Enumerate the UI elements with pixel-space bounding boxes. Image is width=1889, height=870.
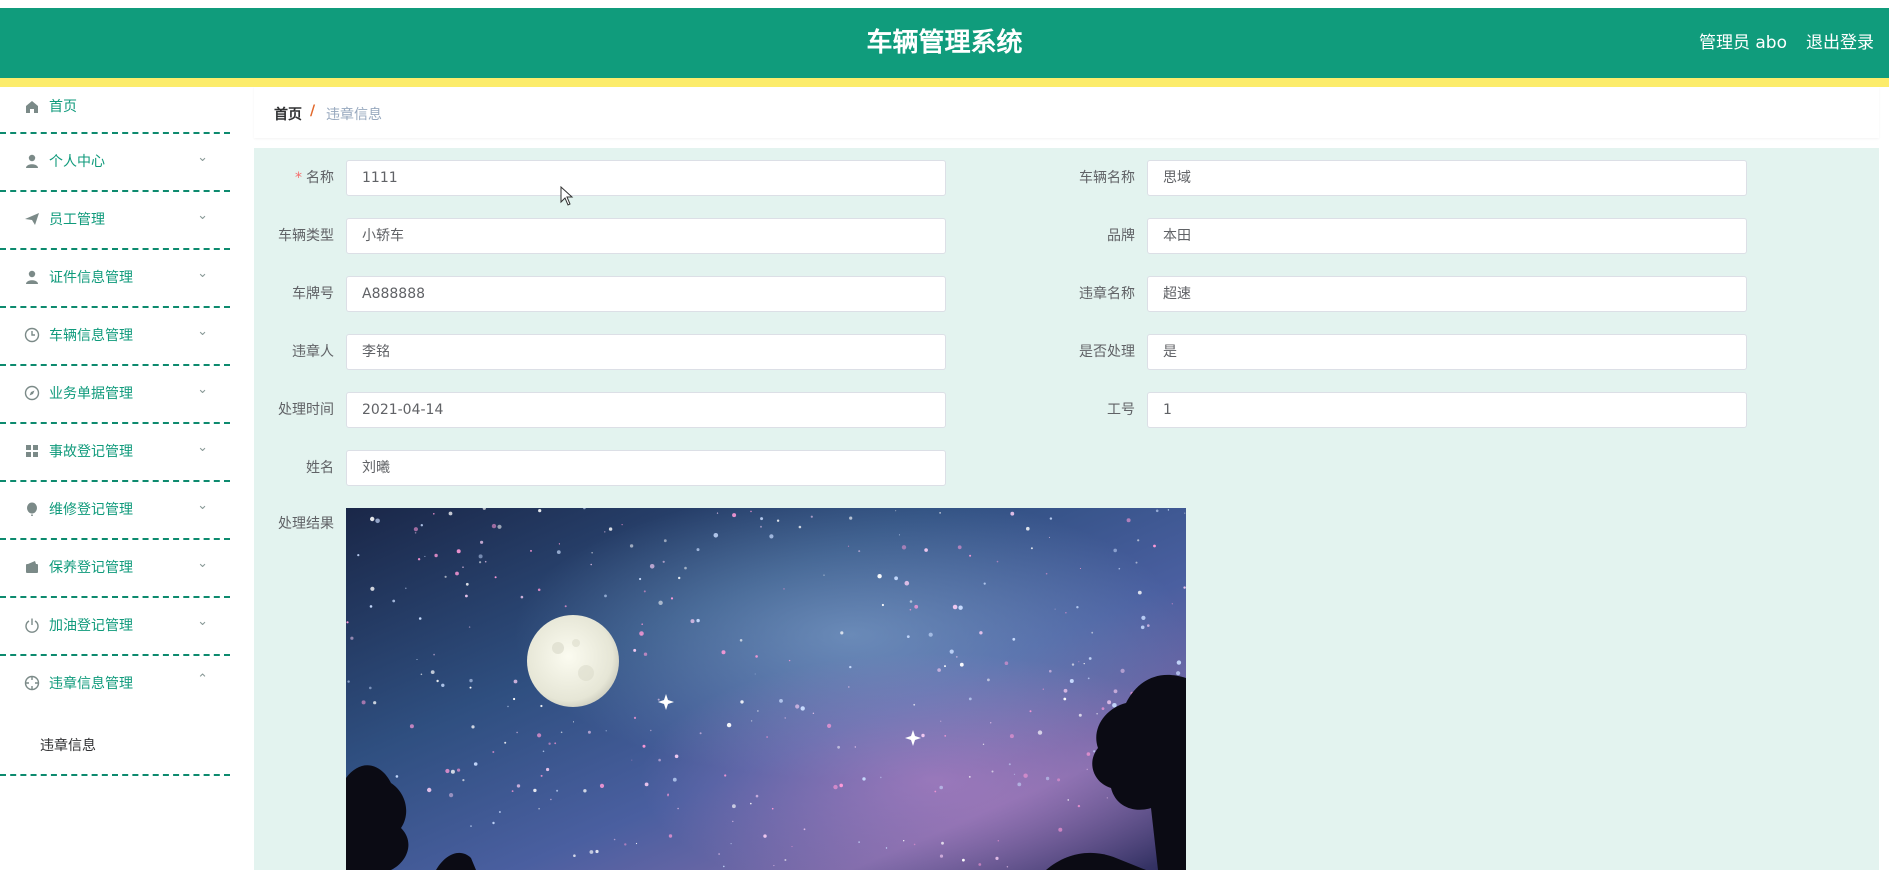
chevron-down-icon: ⌄	[197, 498, 208, 513]
sidebar-item-vehicles[interactable]: 车辆信息管理 ⌄	[0, 308, 230, 366]
sidebar-item-home[interactable]: 首页	[0, 87, 230, 134]
home-icon	[24, 99, 40, 115]
handled-field[interactable]: 是	[1147, 334, 1747, 370]
logout-button[interactable]: 退出登录	[1806, 8, 1874, 78]
vehicle-type-field[interactable]: 小轿车	[346, 218, 946, 254]
brand-field[interactable]: 本田	[1147, 218, 1747, 254]
detail-form: * 名称 1111 车辆名称 思域 车辆类型 小轿车 品牌 本田 车牌号 A888…	[254, 148, 1879, 870]
sidebar-item-label: 员工管理	[49, 212, 105, 228]
chevron-down-icon: ⌄	[197, 324, 208, 339]
sidebar-item-label: 首页	[49, 99, 77, 115]
sidebar-item-accidents[interactable]: 事故登记管理 ⌄	[0, 424, 230, 482]
breadcrumb-home[interactable]: 首页	[274, 104, 302, 124]
plate-field[interactable]: A888888	[346, 276, 946, 312]
sidebar-item-repairs[interactable]: 维修登记管理 ⌄	[0, 482, 230, 540]
vehicle-name-field[interactable]: 思域	[1147, 160, 1747, 196]
sidebar-item-label: 保养登记管理	[49, 560, 133, 576]
sidebar-item-label: 加油登记管理	[49, 618, 133, 634]
name-field[interactable]: 1111	[346, 160, 946, 196]
chevron-down-icon: ⌄	[197, 150, 208, 165]
breadcrumb-separator: /	[310, 103, 316, 119]
app-header: 车辆管理系统 管理员 abo 退出登录	[0, 8, 1889, 78]
full-name-label: 姓名	[306, 460, 334, 476]
handle-time-field[interactable]: 2021-04-14	[346, 392, 946, 428]
wallet-icon	[24, 559, 40, 575]
chevron-down-icon: ⌄	[197, 614, 208, 629]
vehicle-type-label: 车辆类型	[278, 228, 334, 244]
chevron-down-icon: ⌄	[197, 382, 208, 397]
sidebar-item-label: 证件信息管理	[49, 270, 133, 286]
result-label: 处理结果	[278, 516, 334, 532]
job-no-field[interactable]: 1	[1147, 392, 1747, 428]
app-title: 车辆管理系统	[866, 28, 1023, 58]
violator-label: 违章人	[292, 344, 334, 360]
brand-label: 品牌	[1107, 228, 1135, 244]
handled-label: 是否处理	[1079, 344, 1135, 360]
sidebar-item-documents[interactable]: 业务单据管理 ⌄	[0, 366, 230, 424]
sidebar-submenu-violations: 违章信息	[0, 714, 230, 776]
job-no-label: 工号	[1107, 402, 1135, 418]
full-name-field[interactable]: 刘曦	[346, 450, 946, 486]
sidebar-item-label: 业务单据管理	[49, 386, 133, 402]
sidebar-item-label: 车辆信息管理	[49, 328, 133, 344]
sidebar-item-staff[interactable]: 员工管理 ⌄	[0, 192, 230, 250]
sidebar-item-label: 事故登记管理	[49, 444, 133, 460]
top-edge	[0, 0, 1889, 8]
breadcrumb-current: 违章信息	[326, 107, 382, 123]
violator-field[interactable]: 李铭	[346, 334, 946, 370]
sidebar-subitem-violation-info[interactable]: 违章信息	[40, 735, 96, 755]
sidebar-item-certificates[interactable]: 证件信息管理 ⌄	[0, 250, 230, 308]
sidebar-item-label: 违章信息管理	[49, 676, 133, 692]
grid-icon	[24, 443, 40, 459]
chevron-down-icon: ⌄	[197, 266, 208, 281]
sidebar-item-personal-center[interactable]: 个人中心 ⌄	[0, 134, 230, 192]
target-icon	[24, 675, 40, 691]
power-icon	[24, 617, 40, 633]
compass-icon	[24, 385, 40, 401]
user-icon	[24, 153, 40, 169]
sidebar-item-maintenance[interactable]: 保养登记管理 ⌄	[0, 540, 230, 598]
sidebar-item-label: 维修登记管理	[49, 502, 133, 518]
vehicle-name-label: 车辆名称	[1079, 170, 1135, 186]
violation-name-field[interactable]: 超速	[1147, 276, 1747, 312]
sidebar-item-label: 个人中心	[49, 154, 105, 170]
balloon-icon	[24, 501, 40, 517]
user-icon	[24, 269, 40, 285]
breadcrumb: 首页 / 违章信息	[254, 87, 1879, 138]
violation-name-label: 违章名称	[1079, 286, 1135, 302]
chevron-down-icon: ⌄	[197, 208, 208, 223]
mouse-cursor-icon	[560, 185, 574, 210]
result-image	[346, 508, 1186, 870]
handle-time-label: 处理时间	[278, 402, 334, 418]
chevron-up-icon: ⌃	[197, 672, 208, 687]
sidebar-item-refueling[interactable]: 加油登记管理 ⌄	[0, 598, 230, 656]
header-accent-bar	[0, 78, 1889, 87]
sidebar-item-violations[interactable]: 违章信息管理 ⌃	[0, 656, 230, 714]
chevron-down-icon: ⌄	[197, 556, 208, 571]
current-user: 管理员 abo	[1698, 33, 1787, 53]
name-label: * 名称	[295, 170, 334, 186]
chevron-down-icon: ⌄	[197, 440, 208, 455]
plate-label: 车牌号	[292, 286, 334, 302]
required-marker: *	[295, 170, 302, 186]
sidebar: 首页 个人中心 ⌄ 员工管理 ⌄ 证件信息管理 ⌄ 车辆信息管理 ⌄ 业务单据管…	[0, 87, 230, 870]
clock-icon	[24, 327, 40, 343]
paper-plane-icon	[24, 211, 40, 227]
